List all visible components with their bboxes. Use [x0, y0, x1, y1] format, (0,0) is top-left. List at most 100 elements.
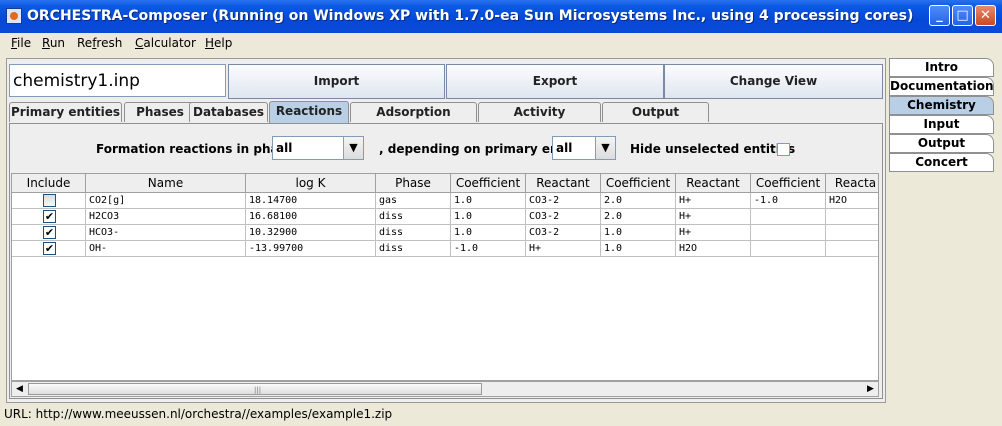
cell-reactant-3[interactable]: [826, 209, 878, 225]
cell-coefficient-3[interactable]: -1.0: [751, 193, 826, 209]
tab-adsorption-models[interactable]: Adsorption models: [350, 102, 477, 137]
window-title: ORCHESTRA-Composer (Running on Windows X…: [27, 8, 914, 24]
cell-coefficient-2[interactable]: 2.0: [601, 193, 676, 209]
minimize-button[interactable]: _: [929, 5, 950, 26]
tab-primary-entities[interactable]: Primary entities: [9, 102, 122, 122]
cell-coefficient-2[interactable]: 1.0: [601, 225, 676, 241]
tab-reactions[interactable]: Reactions: [269, 101, 349, 123]
cell-reactant-1[interactable]: CO3-2: [526, 225, 601, 241]
menu-run-label: un: [49, 36, 66, 50]
menu-run[interactable]: Run: [42, 36, 65, 50]
scroll-right-icon[interactable]: ▶: [863, 382, 878, 396]
cell-phase[interactable]: diss: [376, 209, 451, 225]
cell-reactant-2[interactable]: H2O: [676, 241, 751, 257]
import-button[interactable]: Import: [228, 64, 445, 99]
menu-run-mnemonic: R: [42, 36, 50, 50]
cell-reactant-1[interactable]: H+: [526, 241, 601, 257]
col-header-phase[interactable]: Phase: [376, 174, 451, 193]
maximize-button[interactable]: □: [952, 5, 973, 26]
cell-reactant-3[interactable]: H2O: [826, 193, 878, 209]
cell-name[interactable]: CO2[g]: [86, 193, 246, 209]
cell-name[interactable]: OH-: [86, 241, 246, 257]
cell-logk[interactable]: 10.32900: [246, 225, 376, 241]
scroll-left-icon[interactable]: ◀: [12, 382, 27, 396]
col-header-reactant-2[interactable]: Reactant: [676, 174, 751, 193]
col-header-reactant-1[interactable]: Reactant: [526, 174, 601, 193]
hide-unselected-checkbox[interactable]: [777, 143, 790, 156]
menu-file[interactable]: File: [11, 36, 31, 50]
col-header-reactant-3[interactable]: Reacta: [826, 174, 878, 193]
app-icon: [6, 8, 22, 24]
entity-dropdown[interactable]: all ▼: [552, 136, 616, 160]
cell-reactant-3[interactable]: [826, 241, 878, 257]
cell-coefficient-1[interactable]: 1.0: [451, 225, 526, 241]
cell-reactant-1[interactable]: CO3-2: [526, 209, 601, 225]
col-header-logk[interactable]: log K: [246, 174, 376, 193]
side-tab-intro[interactable]: Intro: [889, 58, 994, 77]
cell-reactant-2[interactable]: H+: [676, 209, 751, 225]
table-row[interactable]: ✔ H2CO3 16.68100 diss 1.0 CO3-2 2.0 H+: [12, 209, 878, 225]
tab-activity-correction[interactable]: Activity correction: [478, 102, 601, 137]
chevron-down-icon[interactable]: ▼: [595, 137, 615, 159]
side-tab-documentation[interactable]: Documentation: [889, 77, 994, 96]
scroll-thumb[interactable]: |||: [28, 383, 482, 395]
cell-logk[interactable]: 16.68100: [246, 209, 376, 225]
close-button[interactable]: ✕: [975, 5, 996, 26]
tab-output-selector[interactable]: Output selector: [602, 102, 709, 137]
include-checkbox[interactable]: ✔: [43, 226, 56, 239]
menu-file-label: ile: [17, 36, 32, 50]
side-tab-output[interactable]: Output: [889, 134, 994, 153]
reactions-table[interactable]: Include Name log K Phase Coefficient Rea…: [11, 173, 879, 381]
hide-unselected-label: Hide unselected entities: [630, 142, 796, 156]
side-tab-concert[interactable]: Concert: [889, 153, 994, 172]
menu-help[interactable]: Help: [205, 36, 232, 50]
include-cell: [12, 193, 86, 209]
table-row[interactable]: ✔ OH- -13.99700 diss -1.0 H+ 1.0 H2O: [12, 241, 878, 257]
col-header-coefficient-2[interactable]: Coefficient: [601, 174, 676, 193]
include-checkbox[interactable]: ✔: [43, 210, 56, 223]
cell-coefficient-3[interactable]: [751, 241, 826, 257]
chevron-down-icon[interactable]: ▼: [343, 137, 363, 159]
cell-coefficient-3[interactable]: [751, 225, 826, 241]
export-button[interactable]: Export: [446, 64, 664, 99]
cell-reactant-2[interactable]: H+: [676, 225, 751, 241]
title-bar[interactable]: ORCHESTRA-Composer (Running on Windows X…: [0, 0, 1002, 33]
cell-reactant-2[interactable]: H+: [676, 193, 751, 209]
status-url: URL: http://www.meeussen.nl/orchestra//e…: [4, 407, 393, 421]
cell-phase[interactable]: gas: [376, 193, 451, 209]
col-header-coefficient-3[interactable]: Coefficient: [751, 174, 826, 193]
table-row[interactable]: ✔ HCO3- 10.32900 diss 1.0 CO3-2 1.0 H+: [12, 225, 878, 241]
menu-calculator[interactable]: Calculator: [135, 36, 196, 50]
file-name-field[interactable]: chemistry1.inp: [9, 64, 226, 97]
include-checkbox[interactable]: ✔: [43, 242, 56, 255]
col-header-coefficient-1[interactable]: Coefficient: [451, 174, 526, 193]
cell-phase[interactable]: diss: [376, 241, 451, 257]
side-tab-chemistry[interactable]: Chemistry: [889, 96, 994, 115]
tab-databases[interactable]: Databases: [189, 102, 268, 122]
menu-refresh[interactable]: Refresh: [77, 36, 122, 50]
menu-refresh-pre: Re: [77, 36, 93, 50]
side-tab-input[interactable]: Input: [889, 115, 994, 134]
phase-dropdown[interactable]: all ▼: [272, 136, 364, 160]
col-header-name[interactable]: Name: [86, 174, 246, 193]
include-checkbox[interactable]: [43, 194, 56, 207]
cell-coefficient-2[interactable]: 1.0: [601, 241, 676, 257]
cell-reactant-1[interactable]: CO3-2: [526, 193, 601, 209]
tab-phases[interactable]: Phases: [124, 102, 196, 122]
cell-coefficient-1[interactable]: 1.0: [451, 193, 526, 209]
cell-name[interactable]: H2CO3: [86, 209, 246, 225]
cell-logk[interactable]: 18.14700: [246, 193, 376, 209]
cell-name[interactable]: HCO3-: [86, 225, 246, 241]
menu-help-label: elp: [214, 36, 233, 50]
horizontal-scrollbar[interactable]: ◀ ||| ▶: [11, 381, 879, 397]
col-header-include[interactable]: Include: [12, 174, 86, 193]
cell-coefficient-3[interactable]: [751, 209, 826, 225]
cell-reactant-3[interactable]: [826, 225, 878, 241]
change-view-button[interactable]: Change View: [664, 64, 883, 99]
cell-logk[interactable]: -13.99700: [246, 241, 376, 257]
cell-coefficient-1[interactable]: 1.0: [451, 209, 526, 225]
cell-phase[interactable]: diss: [376, 225, 451, 241]
table-row[interactable]: CO2[g] 18.14700 gas 1.0 CO3-2 2.0 H+ -1.0 H2O: [12, 193, 878, 209]
cell-coefficient-2[interactable]: 2.0: [601, 209, 676, 225]
cell-coefficient-1[interactable]: -1.0: [451, 241, 526, 257]
